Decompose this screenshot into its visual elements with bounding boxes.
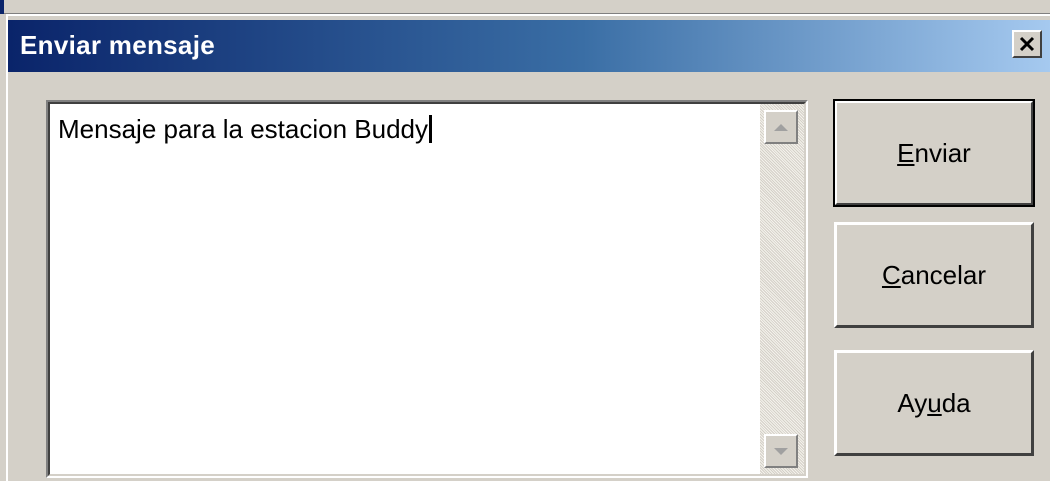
- send-button-label: Enviar: [897, 138, 971, 169]
- send-label-mnemonic: E: [897, 137, 915, 168]
- message-textarea[interactable]: Mensaje para la estacion Buddy: [46, 100, 808, 478]
- cancel-label-mnemonic: C: [881, 259, 901, 290]
- cancel-button-label: Cancelar: [882, 260, 986, 291]
- screen: Enviar mensaje Mensaje para la estacion …: [0, 0, 1050, 481]
- close-button[interactable]: [1012, 30, 1042, 58]
- vertical-scrollbar[interactable]: [760, 104, 804, 474]
- help-label-mnemonic: u: [927, 387, 942, 418]
- background-window-edge: [0, 0, 1050, 14]
- arrow-up-icon: [774, 123, 788, 131]
- cancel-button[interactable]: Cancelar: [834, 222, 1034, 328]
- text-caret: [429, 115, 433, 143]
- message-text-value: Mensaje para la estacion Buddy: [58, 114, 429, 144]
- send-label-after: nviar: [914, 137, 971, 168]
- close-icon: [1019, 36, 1035, 52]
- title-bar[interactable]: Enviar mensaje: [8, 20, 1050, 72]
- background-window-border: [0, 0, 4, 14]
- send-message-dialog: Enviar mensaje Mensaje para la estacion …: [6, 14, 1050, 481]
- help-button-label: Ayuda: [897, 388, 970, 419]
- help-label-after: da: [941, 387, 971, 418]
- message-textarea-field[interactable]: Mensaje para la estacion Buddy: [48, 102, 806, 476]
- send-button[interactable]: Enviar: [833, 99, 1035, 207]
- scroll-up-button[interactable]: [764, 110, 798, 144]
- scroll-down-button[interactable]: [764, 434, 798, 468]
- arrow-down-icon: [774, 447, 788, 455]
- help-label-before: Ay: [897, 387, 928, 418]
- cancel-label-after: ancelar: [900, 259, 987, 290]
- message-text: Mensaje para la estacion Buddy: [58, 114, 433, 145]
- dialog-title: Enviar mensaje: [20, 30, 215, 60]
- help-button[interactable]: Ayuda: [834, 350, 1034, 456]
